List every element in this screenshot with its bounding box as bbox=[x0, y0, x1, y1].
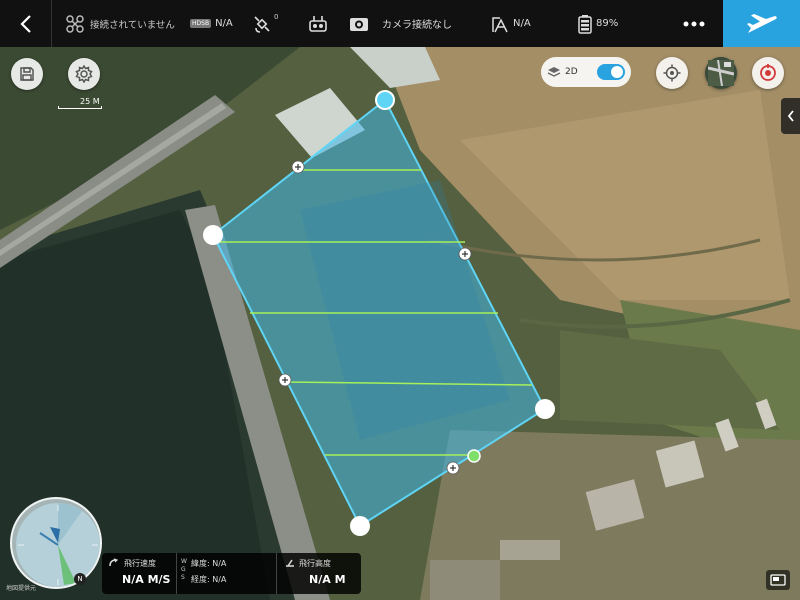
gps-status: 0 bbox=[252, 0, 278, 47]
video-signal-status: HDSB N/A bbox=[186, 0, 233, 47]
mission-settings-button[interactable] bbox=[68, 58, 100, 90]
picture-in-picture-icon bbox=[770, 574, 786, 586]
side-panel-toggle[interactable] bbox=[781, 98, 800, 134]
camera-icon bbox=[350, 17, 368, 31]
battery-percent: 89% bbox=[596, 18, 619, 29]
speed-label: 飛行速度 bbox=[124, 559, 156, 568]
view-mode-toggle[interactable]: 2D bbox=[541, 57, 631, 87]
polygon-vertex-handle[interactable] bbox=[375, 90, 395, 110]
chevron-left-icon bbox=[19, 14, 31, 33]
drone-icon bbox=[66, 14, 84, 33]
more-button[interactable] bbox=[666, 0, 722, 47]
battery-icon bbox=[578, 14, 592, 34]
record-icon bbox=[760, 64, 776, 81]
remote-controller-icon bbox=[309, 15, 327, 32]
speed-icon bbox=[109, 558, 118, 567]
gear-icon bbox=[75, 65, 93, 83]
more-dots-icon bbox=[683, 21, 705, 26]
map-scale-label: 25 M bbox=[80, 97, 100, 106]
layers-icon bbox=[547, 67, 561, 77]
telemetry-panel: 飛行速度 N/A M/S W G S 緯度: N/A 経度: N/A 飛行高度 … bbox=[102, 553, 361, 594]
speed-cell: 飛行速度 N/A M/S bbox=[102, 553, 176, 594]
map-thumbnail-icon bbox=[708, 60, 734, 86]
compass-dial bbox=[16, 503, 100, 587]
wgs-label: W G S bbox=[181, 558, 187, 581]
satellite-icon bbox=[254, 15, 270, 33]
hd-badge: HDSB bbox=[190, 19, 212, 28]
altitude-cell: 飛行高度 N/A M bbox=[276, 553, 361, 594]
altitude-label: 飛行高度 bbox=[299, 559, 331, 568]
locate-button[interactable] bbox=[656, 57, 688, 89]
save-icon bbox=[20, 67, 34, 81]
altitude-mode-value: N/A bbox=[513, 18, 531, 29]
start-mission-button[interactable] bbox=[723, 0, 800, 47]
altitude-icon bbox=[286, 559, 294, 567]
switch-view-button[interactable] bbox=[766, 570, 790, 590]
connection-status-text: 接続されていません bbox=[90, 19, 175, 31]
view-mode-switch[interactable] bbox=[597, 64, 625, 80]
camera-status[interactable]: カメラ接続なし bbox=[349, 0, 452, 47]
map-view[interactable] bbox=[0, 47, 800, 600]
remote-controller-status bbox=[308, 0, 328, 47]
satellite-count: 0 bbox=[274, 13, 279, 21]
polygon-vertex-handle[interactable] bbox=[350, 516, 370, 536]
chevron-left-icon bbox=[787, 110, 794, 122]
polygon-vertex-handle[interactable] bbox=[203, 225, 223, 245]
altitude-mode-icon bbox=[492, 16, 508, 32]
altitude-value: N/A M bbox=[309, 573, 346, 586]
aircraft-connection-status[interactable]: 接続されていません bbox=[66, 0, 175, 47]
speed-value: N/A M/S bbox=[122, 573, 171, 586]
altitude-mode-status: N/A bbox=[491, 0, 531, 47]
attitude-compass[interactable] bbox=[10, 497, 102, 589]
start-point-marker bbox=[467, 449, 481, 463]
save-mission-button[interactable] bbox=[11, 58, 43, 90]
satellite-imagery bbox=[0, 47, 800, 600]
map-scale-bar bbox=[58, 106, 102, 109]
coordinates-cell: W G S 緯度: N/A 経度: N/A bbox=[176, 553, 276, 594]
compass-north-indicator: N bbox=[74, 573, 86, 585]
map-source-label: 地図提供元 bbox=[6, 585, 37, 592]
top-status-bar: 接続されていません HDSB N/A 0 カメラ接続なし N/A 89% bbox=[0, 0, 800, 47]
latitude-label: 緯度: N/A bbox=[191, 559, 227, 568]
crosshair-icon bbox=[663, 64, 681, 82]
map-type-button[interactable] bbox=[705, 57, 737, 89]
signal-value: N/A bbox=[215, 18, 233, 29]
battery-status[interactable]: 89% bbox=[578, 0, 618, 47]
longitude-label: 経度: N/A bbox=[191, 575, 227, 584]
polygon-vertex-handle[interactable] bbox=[535, 399, 555, 419]
camera-status-text: カメラ接続なし bbox=[382, 20, 452, 31]
back-button[interactable] bbox=[0, 0, 52, 47]
view-mode-label: 2D bbox=[565, 67, 578, 77]
airplane-icon bbox=[746, 13, 777, 33]
record-button[interactable] bbox=[752, 57, 784, 89]
